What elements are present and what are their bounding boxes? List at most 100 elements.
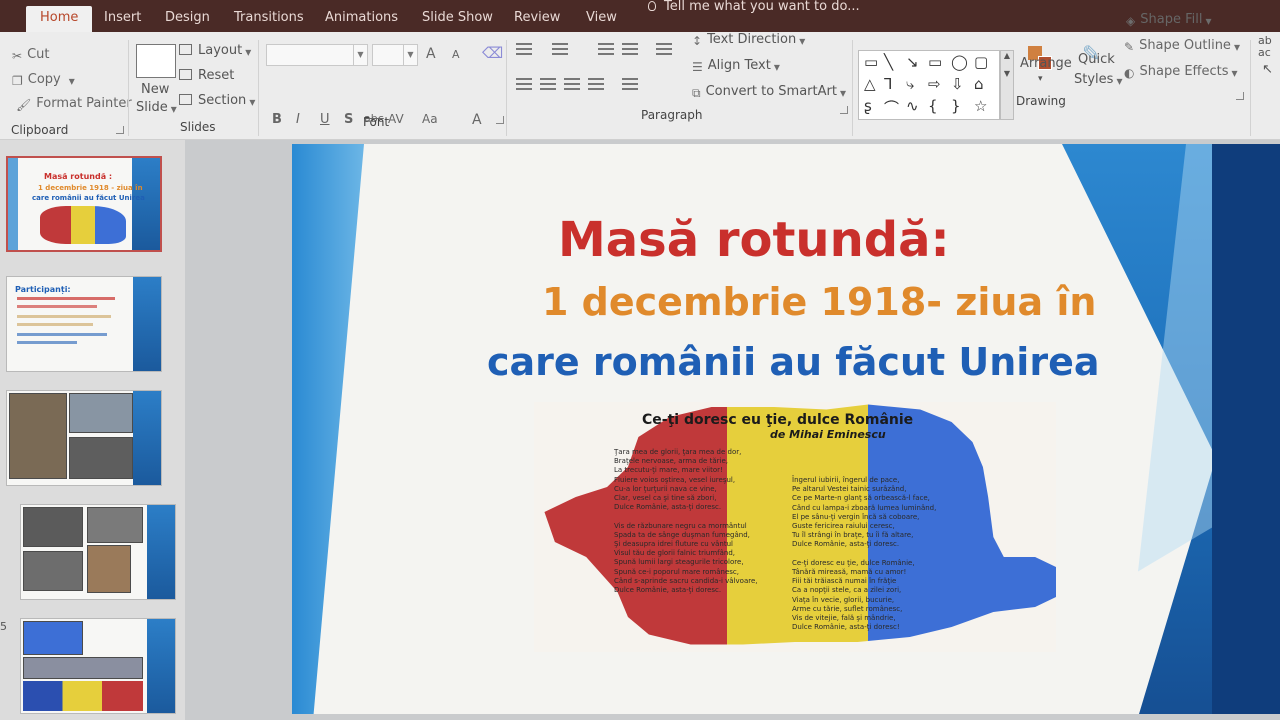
section-label: Section [198,93,247,108]
shape-effects-button[interactable]: ◐ Shape Effects ▾ [1124,64,1243,80]
rounded-rect-shape-icon[interactable]: ▢ [974,53,988,71]
shadow-button[interactable]: S [344,112,353,127]
new-slide-label-2[interactable]: Slide ▾ [136,100,182,116]
separator [506,40,507,136]
poem-author: de Mihai Eminescu [770,428,886,441]
slide-canvas[interactable]: Masă rotundă: 1 decembrie 1918- ziua în … [292,144,1280,714]
flowchart-shape-icon[interactable]: ⌂ [974,75,984,93]
triangle-shape-icon[interactable]: △ [864,75,876,93]
line-spacing-icon[interactable] [656,43,672,55]
arc-shape-icon[interactable]: ⌒ [884,97,899,118]
change-case-button[interactable]: Aa [422,112,438,126]
section-icon [179,94,192,105]
text-direction-button[interactable]: ↕ Text Direction ▾ [692,32,810,48]
grow-font-button[interactable]: A [426,46,436,62]
tab-review[interactable]: Review [500,6,574,32]
tab-design[interactable]: Design [151,6,224,32]
shapes-gallery[interactable]: ▭ ╲ ↘ ▭ ◯ ▢ △ ⅂ ⤷ ⇨ ⇩ ⌂ ʂ ⌒ ∿ { } ☆ [858,50,1000,120]
editing-replace-icon[interactable]: ac [1258,46,1271,59]
curved-connector-icon[interactable]: ⤷ [906,75,914,93]
slide-title[interactable]: Masă rotundă: [558,212,950,268]
slide-thumbnail-2[interactable]: Participanți: [6,276,162,372]
bullets-icon[interactable] [516,43,532,55]
new-slide-label-1[interactable]: New [141,82,169,97]
align-text-button[interactable]: ☰ Align Text ▾ [692,58,785,74]
slide-thumbnail-1[interactable]: Masă rotundă : 1 decembrie 1918 - ziua î… [6,156,162,252]
select-cursor-icon[interactable]: ↖ [1262,62,1273,77]
shrink-font-button[interactable]: A [452,48,460,61]
tab-home[interactable]: Home [26,6,93,32]
bold-button[interactable]: B [272,112,282,127]
chevron-down-icon: ▾ [799,34,806,48]
textbox-shape-icon[interactable]: ▭ [864,53,878,71]
cut-label: Cut [27,47,50,62]
poem-line: Dulce Românie, asta-ţi doresc. [614,503,722,512]
wave-shape-icon[interactable]: ∿ [906,97,919,115]
character-spacing-button[interactable]: AV [388,112,404,126]
numbering-icon[interactable] [552,43,568,55]
paragraph-launcher-icon[interactable] [840,106,848,114]
format-painter-button[interactable]: 🖌 Format Painter [16,96,132,112]
tab-transitions[interactable]: Transitions [220,6,318,32]
tell-me-search[interactable]: Tell me what you want to do... [648,0,860,20]
clipboard-launcher-icon[interactable] [116,126,124,134]
tab-view[interactable]: View [572,6,631,32]
thumb-text-line [17,305,97,308]
poem-line: Tânără mireasă, mamă cu amor! [792,568,907,577]
shapes-scroll[interactable]: ▲ ▼ [1000,50,1014,120]
chevron-down-icon: ▾ [839,86,846,100]
slide-thumbnail-5[interactable] [20,618,176,714]
new-slide-icon[interactable] [136,44,176,78]
slide-thumbnail-4[interactable] [20,504,176,600]
layout-label: Layout [198,43,243,58]
shape-outline-button[interactable]: ✎ Shape Outline ▾ [1124,38,1245,54]
tab-insert[interactable]: Insert [90,6,155,32]
underline-button[interactable]: U [320,112,330,127]
drawing-launcher-icon[interactable] [1236,92,1244,100]
down-arrow-shape-icon[interactable]: ⇩ [951,75,964,93]
decrease-indent-icon[interactable] [598,43,614,55]
copy-button[interactable]: ❐ Copy ▾ [12,72,80,88]
tab-animations[interactable]: Animations [311,6,412,32]
slide-subtitle-line-1[interactable]: 1 decembrie 1918- ziua în [542,280,1096,324]
freeform-shape-icon[interactable]: ʂ [864,97,872,115]
align-left-icon[interactable] [516,78,532,90]
shape-effects-label: Shape Effects [1139,64,1229,79]
rectangle-shape-icon[interactable]: ▭ [928,53,942,71]
line-shape-icon[interactable]: ╲ [884,53,893,71]
quick-styles-label-1[interactable]: Quick [1078,52,1115,67]
arrow-line-shape-icon[interactable]: ↘ [906,53,919,71]
font-name-combo[interactable]: ▼ [266,44,368,66]
poem-line: Spună lumii largi steagurile tricolore, [614,558,744,567]
arrange-button[interactable]: Arrange [1020,56,1072,71]
convert-smartart-button[interactable]: ⧉ Convert to SmartArt ▾ [692,84,851,101]
font-color-button[interactable]: A [472,112,482,128]
font-launcher-icon[interactable] [496,116,504,124]
slide-subtitle-line-2[interactable]: care românii au făcut Unirea [487,340,1100,384]
quick-styles-label-2[interactable]: Styles ▾ [1074,72,1127,88]
columns-icon[interactable] [622,78,638,90]
italic-button[interactable]: I [296,112,300,127]
right-brace-shape-icon[interactable]: } [951,97,961,115]
ribbon: ✂ Cut ❐ Copy ▾ 🖌 Format Painter Clipboard Ne… [0,12,1280,140]
reset-button[interactable]: Reset [179,68,234,83]
star-shape-icon[interactable]: ☆ [974,97,987,115]
cut-button[interactable]: ✂ Cut [12,47,49,63]
layout-button[interactable]: Layout ▾ [179,43,256,59]
poem-line: Dulce Românie, asta-ţi doresc. [792,540,900,549]
section-button[interactable]: Section ▾ [179,93,260,109]
oval-shape-icon[interactable]: ◯ [951,53,968,71]
elbow-connector-icon[interactable]: ⅂ [884,75,892,93]
shape-fill-button[interactable]: ◈ Shape Fill ▾ [1126,12,1216,28]
align-right-icon[interactable] [564,78,580,90]
right-arrow-shape-icon[interactable]: ⇨ [928,75,941,93]
clear-formatting-icon[interactable]: ⌫ [482,44,503,62]
left-brace-shape-icon[interactable]: { [928,97,938,115]
slide-thumbnail-3[interactable] [6,390,162,486]
font-size-combo[interactable]: ▼ [372,44,418,66]
tab-slide-show[interactable]: Slide Show [408,6,507,32]
increase-indent-icon[interactable] [622,43,638,55]
justify-icon[interactable] [588,78,604,90]
align-center-icon[interactable] [540,78,556,90]
romania-map-image[interactable]: Ce-ţi doresc eu ţie, dulce Românie de Mi… [534,402,1056,652]
